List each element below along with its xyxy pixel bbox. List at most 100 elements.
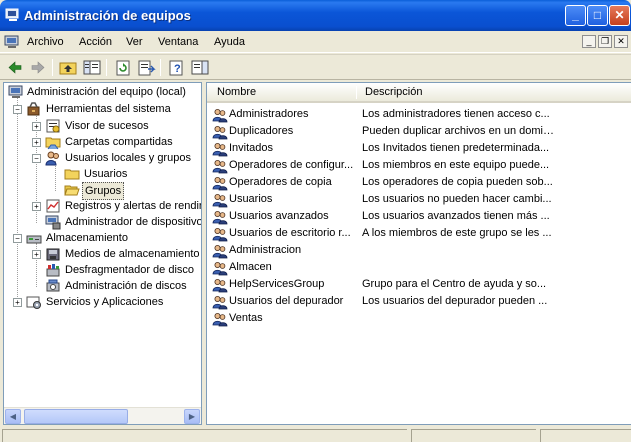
group-description: Los usuarios avanzados tienen más ... bbox=[362, 210, 550, 222]
collapse-icon[interactable]: − bbox=[13, 105, 22, 114]
group-icon bbox=[212, 158, 228, 174]
back-icon[interactable] bbox=[5, 58, 25, 77]
list-row[interactable]: Usuarios avanzados Los usuarios avanzados… bbox=[207, 208, 631, 225]
column-header-name[interactable]: Nombre bbox=[211, 83, 356, 101]
tree-item-storage[interactable]: − Almacenamiento bbox=[4, 230, 201, 246]
forward-icon[interactable] bbox=[28, 58, 48, 77]
group-description: Grupo para el Centro de ayuda y so... bbox=[362, 278, 547, 290]
group-description: Los miembros en este equipo puede... bbox=[362, 159, 550, 171]
export-list-icon[interactable] bbox=[136, 58, 156, 77]
list-row[interactable]: Almacen bbox=[207, 259, 631, 276]
folder-icon bbox=[64, 166, 80, 182]
group-name: Duplicadores bbox=[229, 125, 294, 137]
tree-item-event-viewer[interactable]: + Visor de sucesos bbox=[4, 118, 201, 134]
show-tree-icon[interactable] bbox=[82, 58, 102, 77]
tree-item-defragmenter[interactable]: Desfragmentador de disco bbox=[4, 262, 201, 278]
services-icon bbox=[26, 294, 42, 310]
expand-icon[interactable]: + bbox=[32, 138, 41, 147]
group-name: Operadores de configur... bbox=[229, 159, 354, 171]
scroll-right-button[interactable]: ▶ bbox=[184, 409, 200, 424]
list-row[interactable]: Ventas bbox=[207, 310, 631, 327]
list-row[interactable]: Administradores Los administradores tiene… bbox=[207, 106, 631, 123]
title-bar[interactable]: Administración de equipos _ □ ✕ bbox=[0, 0, 631, 31]
tree-item-disk-management[interactable]: Administración de discos bbox=[4, 278, 201, 294]
svg-text:?: ? bbox=[174, 63, 181, 75]
toolbar-separator bbox=[160, 59, 161, 76]
tree-item-shared-folders[interactable]: + Carpetas compartidas bbox=[4, 134, 201, 150]
minimize-button[interactable]: _ bbox=[565, 5, 586, 26]
users-group-icon bbox=[45, 150, 61, 166]
group-description: Los Invitados tienen predeterminada... bbox=[362, 142, 550, 154]
expand-icon[interactable]: + bbox=[13, 298, 22, 307]
console-tree[interactable]: Administración del equipo (local) − Herr… bbox=[3, 82, 202, 425]
tree-label: Visor de sucesos bbox=[65, 120, 149, 132]
list-row[interactable]: Invitados Los Invitados tienen predetermi… bbox=[207, 140, 631, 157]
tree-label: Servicios y Aplicaciones bbox=[46, 296, 164, 308]
shared-folder-icon bbox=[45, 134, 61, 150]
menu-ver[interactable]: Ver bbox=[126, 36, 143, 48]
menu-ventana[interactable]: Ventana bbox=[158, 36, 198, 48]
menu-bar: Archivo Acción Ver Ventana Ayuda _ ❐ ✕ bbox=[0, 31, 631, 53]
tree-item-device-manager[interactable]: Administrador de dispositivo bbox=[4, 214, 201, 230]
refresh-icon[interactable] bbox=[113, 58, 133, 77]
tree-label: Medios de almacenamiento e bbox=[65, 248, 202, 260]
list-row[interactable]: Usuarios Los usuarios no pueden hacer cam… bbox=[207, 191, 631, 208]
tree-label: Usuarios bbox=[84, 168, 128, 180]
show-action-pane-icon[interactable] bbox=[190, 58, 210, 77]
group-name: Usuarios bbox=[229, 193, 273, 205]
group-icon bbox=[212, 311, 228, 327]
group-description: Los operadores de copia pueden sob... bbox=[362, 176, 553, 188]
tree-label: Usuarios locales y grupos bbox=[65, 152, 191, 164]
menu-accion[interactable]: Acción bbox=[79, 36, 112, 48]
collapse-icon[interactable]: − bbox=[32, 154, 41, 163]
group-name: HelpServicesGroup bbox=[229, 278, 325, 290]
groups-list-view[interactable]: Nombre Descripción Administradores Los ad… bbox=[206, 82, 631, 425]
child-minimize-button[interactable]: _ bbox=[582, 35, 596, 48]
tree-horizontal-scrollbar[interactable]: ◀ ▶ bbox=[4, 407, 201, 424]
list-row[interactable]: HelpServicesGroup Grupo para el Centro de… bbox=[207, 276, 631, 293]
help-icon[interactable]: ? bbox=[167, 58, 187, 77]
scroll-thumb[interactable] bbox=[24, 409, 128, 424]
maximize-button[interactable]: □ bbox=[587, 5, 608, 26]
tree-label: Registros y alertas de rendir bbox=[65, 200, 202, 212]
column-header-description[interactable]: Descripción bbox=[359, 83, 629, 101]
list-row[interactable]: Duplicadores Pueden duplicar archivos en … bbox=[207, 123, 631, 140]
tree-item-system-tools[interactable]: − Herramientas del sistema bbox=[4, 101, 201, 117]
toolbar-separator bbox=[106, 59, 107, 76]
scroll-left-button[interactable]: ◀ bbox=[5, 409, 21, 424]
list-row[interactable]: Operadores de configur... Los miembros en… bbox=[207, 157, 631, 174]
expand-icon[interactable]: + bbox=[32, 202, 41, 211]
tree-item-root[interactable]: Administración del equipo (local) bbox=[4, 84, 201, 100]
device-manager-icon bbox=[45, 214, 61, 230]
list-row[interactable]: Administracion bbox=[207, 242, 631, 259]
child-restore-button[interactable]: ❐ bbox=[598, 35, 612, 48]
close-button[interactable]: ✕ bbox=[609, 5, 630, 26]
tree-label: Administrador de dispositivo bbox=[65, 216, 202, 228]
list-row[interactable]: Usuarios del depurador Los usuarios del d… bbox=[207, 293, 631, 310]
tree-item-local-users-groups[interactable]: − Usuarios locales y grupos bbox=[4, 150, 201, 166]
menu-ayuda[interactable]: Ayuda bbox=[214, 36, 245, 48]
group-name: Usuarios del depurador bbox=[229, 295, 344, 307]
menu-archivo[interactable]: Archivo bbox=[27, 36, 64, 48]
tree-item-groups[interactable]: Grupos bbox=[4, 182, 201, 200]
list-row[interactable]: Operadores de copia Los operadores de cop… bbox=[207, 174, 631, 191]
list-header: Nombre Descripción bbox=[207, 83, 631, 103]
group-icon bbox=[212, 175, 228, 191]
tree-item-users[interactable]: Usuarios bbox=[4, 166, 201, 182]
tree-item-removable-storage[interactable]: + Medios de almacenamiento e bbox=[4, 246, 201, 262]
storage-icon bbox=[26, 230, 42, 246]
tree-item-services-applications[interactable]: + Servicios y Aplicaciones bbox=[4, 294, 201, 310]
collapse-icon[interactable]: − bbox=[13, 234, 22, 243]
tree-item-performance-logs[interactable]: + Registros y alertas de rendir bbox=[4, 198, 201, 214]
up-folder-icon[interactable] bbox=[58, 58, 78, 77]
child-close-button[interactable]: ✕ bbox=[614, 35, 628, 48]
tree-label: Almacenamiento bbox=[46, 232, 128, 244]
tree-label: Administración del equipo (local) bbox=[27, 86, 186, 98]
column-divider[interactable] bbox=[356, 86, 357, 99]
expand-icon[interactable]: + bbox=[32, 122, 41, 131]
system-menu-icon[interactable] bbox=[4, 34, 20, 50]
list-row[interactable]: Usuarios de escritorio r... A los miembro… bbox=[207, 225, 631, 242]
status-segment bbox=[411, 429, 536, 442]
expand-icon[interactable]: + bbox=[32, 250, 41, 259]
toolbar: ? bbox=[0, 54, 631, 80]
